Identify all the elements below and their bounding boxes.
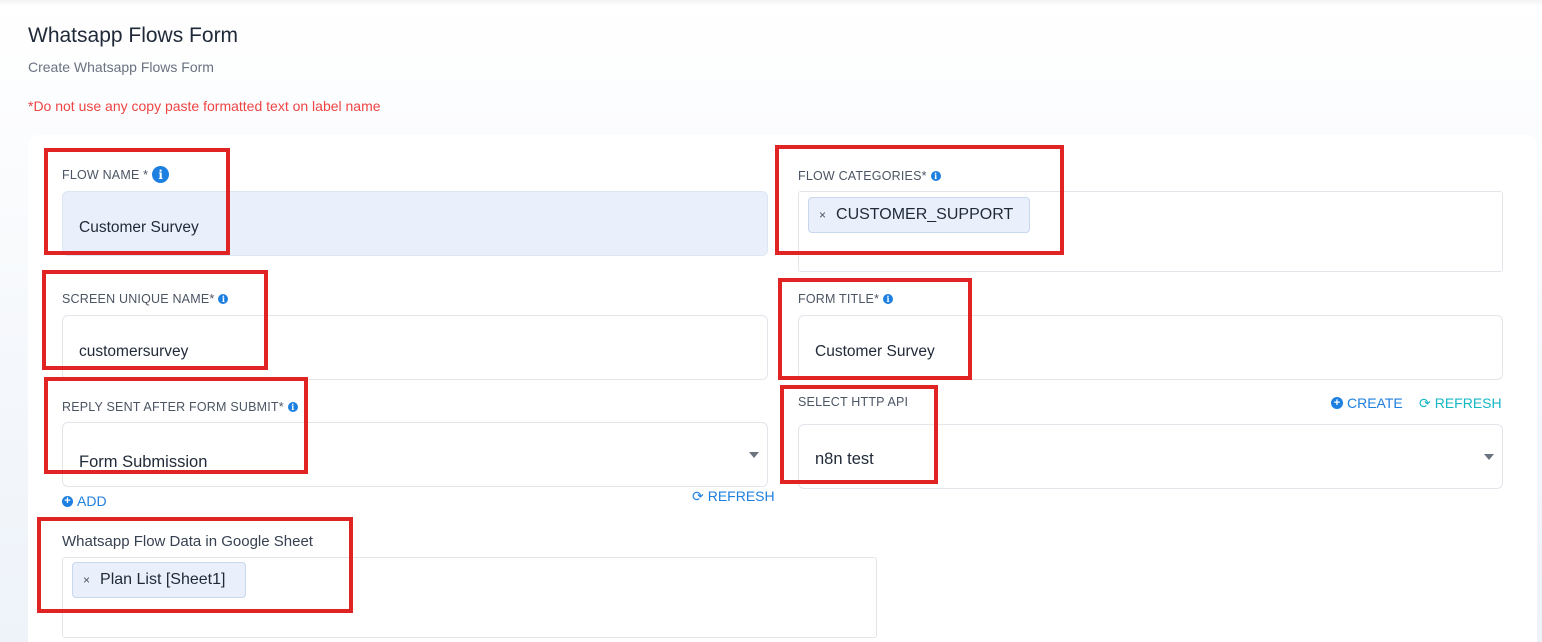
refresh-http-api-link[interactable]: ⟳ REFRESH [1419, 395, 1502, 411]
reply-after-submit-label: REPLY SENT AFTER FORM SUBMIT* i [62, 400, 298, 414]
label-warning: *Do not use any copy paste formatted tex… [28, 98, 381, 114]
close-icon[interactable]: × [83, 573, 90, 587]
page-title: Whatsapp Flows Form [28, 24, 239, 47]
info-icon[interactable]: i [883, 294, 894, 304]
sheet-tag: × Plan List [Sheet1] [72, 562, 246, 598]
caret-down-icon [1484, 453, 1494, 460]
refresh-icon: ⟳ [1419, 395, 1431, 411]
form-title-label: FORM TITLE* i [798, 292, 894, 306]
info-icon[interactable]: i [218, 294, 229, 304]
flow-categories-label: FLOW CATEGORIES* i [798, 169, 941, 183]
google-sheet-label: Whatsapp Flow Data in Google Sheet [62, 533, 313, 550]
http-api-select[interactable]: n8n test [798, 424, 1503, 489]
page-subtitle: Create Whatsapp Flows Form [28, 59, 214, 75]
add-reply-link[interactable]: + ADD [62, 493, 107, 509]
create-http-api-link[interactable]: + CREATE [1331, 395, 1403, 411]
caret-down-icon [749, 451, 759, 458]
plus-circle-icon: + [62, 495, 73, 507]
info-icon[interactable]: i [287, 402, 298, 412]
top-shadow [0, 0, 1542, 6]
info-icon[interactable]: i [930, 171, 941, 181]
flow-name-label: FLOW NAME * i [62, 166, 170, 183]
close-icon[interactable]: × [819, 208, 826, 222]
screen-unique-name-label: SCREEN UNIQUE NAME* i [62, 292, 229, 306]
reply-after-submit-select[interactable]: Form Submission [62, 422, 768, 487]
form-title-input[interactable]: Customer Survey [798, 315, 1503, 380]
http-api-label: SELECT HTTP API [798, 395, 909, 409]
refresh-reply-link[interactable]: ⟳ REFRESH [692, 488, 775, 504]
plus-circle-icon: + [1331, 397, 1343, 409]
flow-name-input[interactable]: Customer Survey [62, 191, 768, 256]
info-icon[interactable]: i [152, 166, 170, 183]
screen-unique-name-input[interactable]: customersurvey [62, 315, 768, 380]
refresh-icon: ⟳ [692, 488, 704, 504]
category-tag: × CUSTOMER_SUPPORT [808, 197, 1030, 233]
